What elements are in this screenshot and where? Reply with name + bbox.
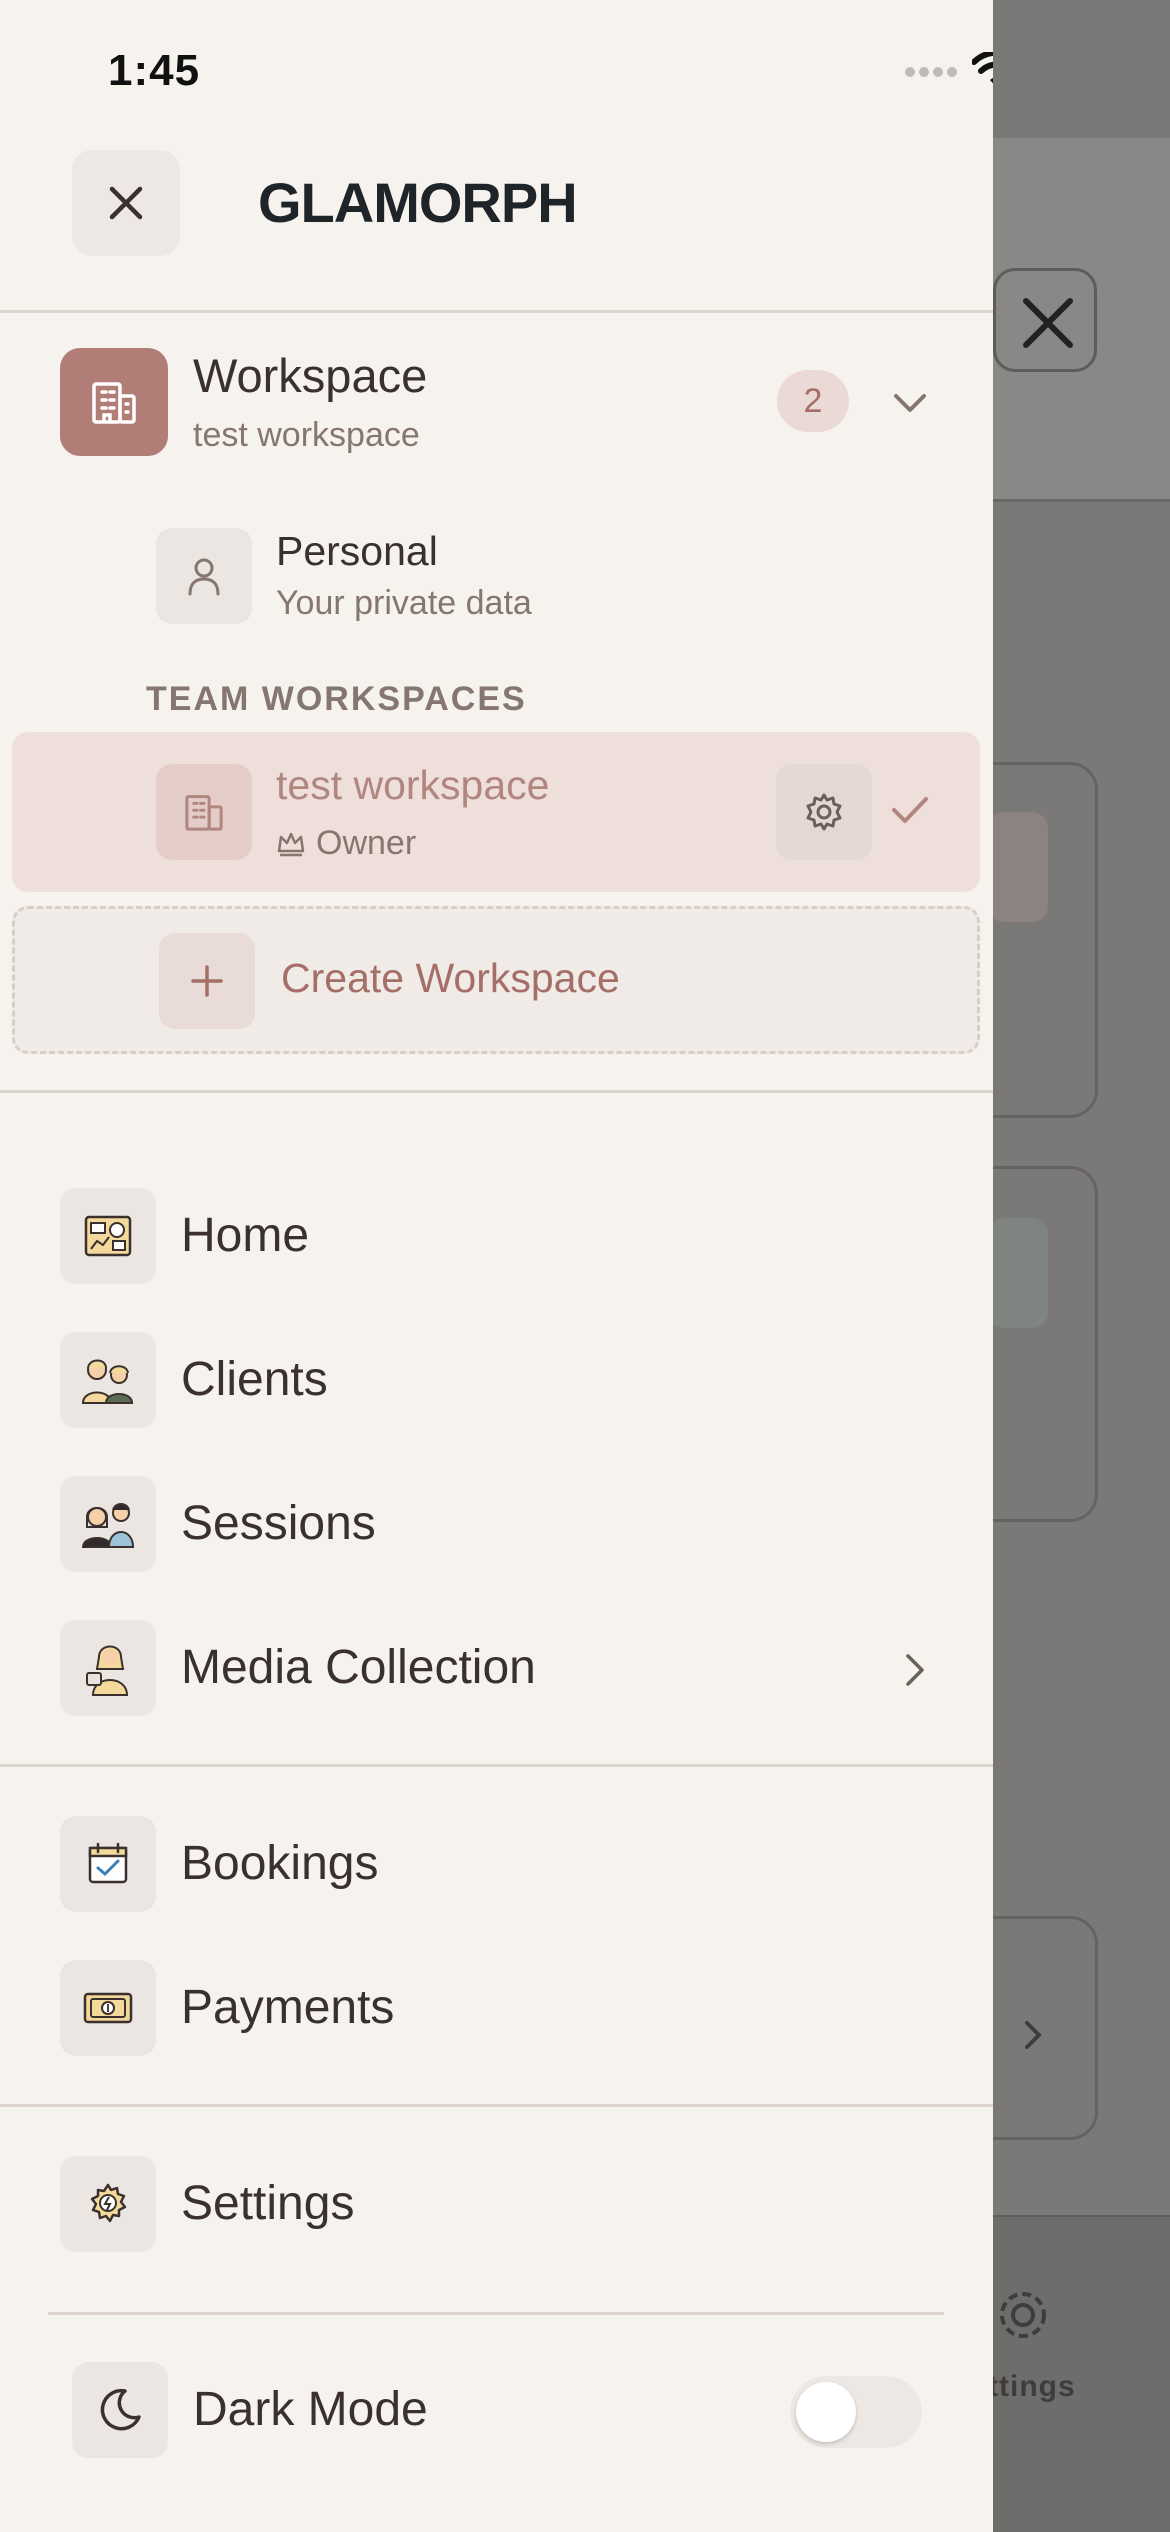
- clients-icon: [60, 1332, 156, 1428]
- nav-item-home[interactable]: Home: [60, 1188, 960, 1288]
- status-time: 1:45: [108, 46, 201, 95]
- settings-gear-icon: [60, 2156, 156, 2252]
- divider: [0, 1764, 993, 1767]
- team-workspace-name: test workspace: [276, 762, 550, 808]
- nav-item-sessions[interactable]: Sessions: [60, 1476, 960, 1576]
- brand-logo-text: GLAMORPH: [258, 171, 578, 234]
- crown-icon: [277, 832, 305, 856]
- calendar-check-icon: [60, 1816, 156, 1912]
- building-icon: [60, 348, 168, 456]
- close-icon: [1023, 298, 1073, 348]
- background-thumbnail: [988, 1218, 1048, 1328]
- status-icons: [904, 52, 993, 92]
- dark-mode-row: Dark Mode: [72, 2362, 932, 2462]
- divider: [0, 1090, 993, 1093]
- nav-label-clients: Clients: [181, 1353, 328, 1406]
- background-close-button: [993, 268, 1097, 372]
- chevron-down-icon: [894, 394, 926, 412]
- gear-icon: [806, 793, 842, 831]
- team-workspace-role: Owner: [276, 824, 416, 863]
- building-icon: [156, 764, 252, 860]
- dark-mode-label: Dark Mode: [193, 2383, 428, 2436]
- wifi-icon: [972, 52, 993, 84]
- team-workspaces-heading: TEAM WORKSPACES: [146, 680, 527, 718]
- nav-item-payments[interactable]: Payments: [60, 1960, 960, 2060]
- dark-mode-toggle[interactable]: [790, 2376, 922, 2448]
- nav-label-bookings: Bookings: [181, 1837, 379, 1890]
- chevron-right-icon: [906, 1654, 924, 1686]
- nav-item-media-collection[interactable]: Media Collection: [60, 1620, 960, 1720]
- plus-icon: [159, 933, 255, 1029]
- background-thumbnail: [988, 812, 1048, 922]
- divider: [0, 2104, 993, 2107]
- gear-icon: [1000, 2292, 1046, 2338]
- personal-subtitle: Your private data: [276, 584, 532, 622]
- workspace-count-badge: 2: [777, 370, 849, 432]
- dashboard-icon: [60, 1188, 156, 1284]
- workspace-title: Workspace: [193, 349, 428, 402]
- nav-label-home: Home: [181, 1209, 310, 1262]
- divider: [48, 2312, 944, 2315]
- workspace-settings-button[interactable]: [776, 764, 872, 860]
- checkmark-icon: [892, 797, 928, 823]
- nav-label-payments: Payments: [181, 1981, 395, 2034]
- create-workspace-label: Create Workspace: [281, 955, 620, 1001]
- nav-item-bookings[interactable]: Bookings: [60, 1816, 960, 1916]
- navigation-drawer: 1:45 GLAMORPH Workspace test workspace 2…: [0, 0, 993, 2532]
- background-tab-label: ttings: [988, 2370, 1076, 2403]
- nav-label-media-collection: Media Collection: [181, 1641, 536, 1694]
- toggle-knob: [796, 2382, 856, 2442]
- create-workspace-button[interactable]: Create Workspace: [12, 906, 980, 1054]
- current-workspace-name: test workspace: [193, 416, 420, 454]
- personal-workspace-item[interactable]: Personal Your private data: [156, 528, 856, 628]
- user-icon: [156, 528, 252, 624]
- personal-title: Personal: [276, 528, 438, 574]
- nav-item-settings[interactable]: Settings: [60, 2156, 960, 2256]
- close-icon: [109, 186, 143, 220]
- nav-label-sessions: Sessions: [181, 1497, 376, 1550]
- team-workspace-item[interactable]: test workspace Owner: [12, 732, 980, 892]
- money-bill-icon: [60, 1960, 156, 2056]
- nav-item-clients[interactable]: Clients: [60, 1332, 960, 1432]
- workspace-switcher[interactable]: Workspace test workspace 2: [60, 348, 960, 458]
- sessions-icon: [60, 1476, 156, 1572]
- role-label: Owner: [316, 824, 417, 862]
- cellular-signal-icon: [905, 67, 957, 77]
- close-drawer-button[interactable]: [72, 150, 180, 256]
- media-collection-icon: [60, 1620, 156, 1716]
- chevron-right-icon: [1025, 2021, 1042, 2049]
- nav-label-settings: Settings: [181, 2177, 355, 2230]
- divider: [0, 310, 993, 313]
- moon-icon: [72, 2362, 168, 2458]
